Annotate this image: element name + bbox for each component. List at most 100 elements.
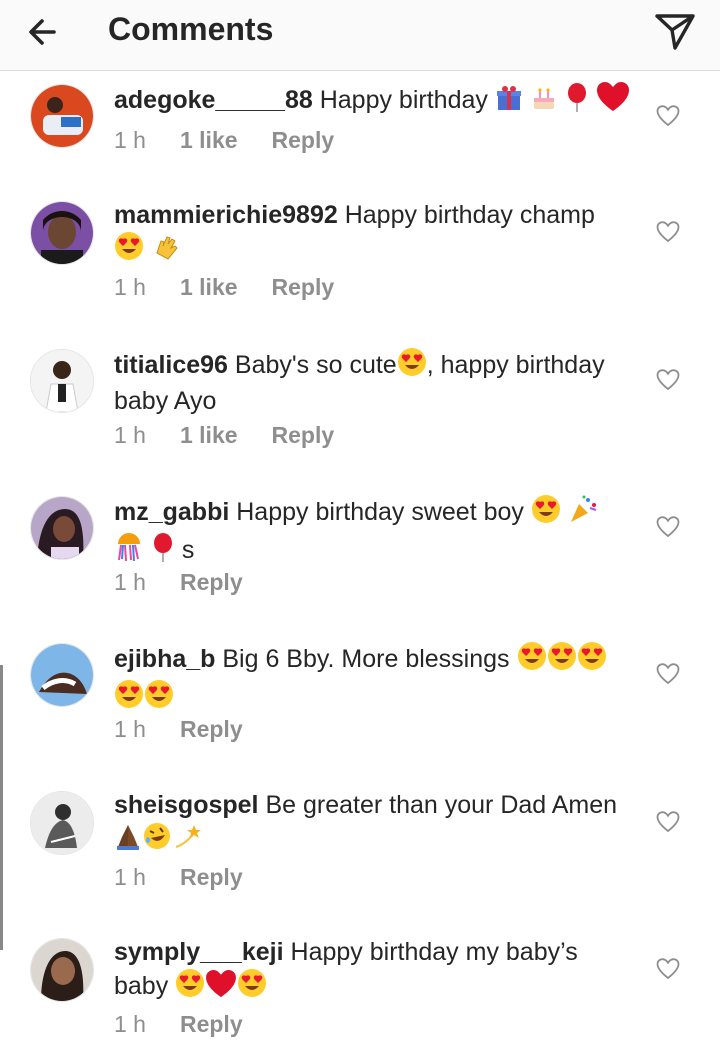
heart-eyes-icon [114, 679, 144, 717]
comment-time: 1 h [114, 421, 146, 448]
comment-text: Baby's so cute [234, 351, 397, 379]
cake-icon [530, 84, 558, 120]
comment-time: 1 h [114, 715, 146, 742]
comment-username[interactable]: titialice96 [114, 351, 228, 379]
heart-outline-icon [656, 663, 680, 685]
comment-username[interactable]: sheisgospel [114, 791, 259, 819]
heart-eyes-icon [175, 968, 205, 1006]
avatar[interactable] [30, 938, 94, 1002]
comment-body: symply___keji Happy birthday my baby’s b… [114, 936, 634, 1006]
comment-meta: 1 h 1 like Reply [114, 125, 368, 155]
heart-outline-icon [656, 516, 680, 538]
avatar-image [31, 792, 93, 854]
comment-time: 1 h [114, 273, 146, 300]
comment-body: adegoke_____88 Happy birthday [114, 82, 634, 120]
like-button[interactable] [656, 221, 680, 243]
praying-hands-icon [114, 821, 142, 859]
comment-username[interactable]: ejibha_b [114, 645, 215, 673]
heart-outline-icon [656, 958, 680, 980]
heart-outline-icon [656, 221, 680, 243]
reply-button[interactable]: Reply [180, 864, 243, 891]
page-title: Comments [108, 11, 274, 47]
heart-eyes-icon [547, 641, 577, 679]
avatar-image [31, 202, 93, 264]
comment-meta: 1 h Reply [114, 1009, 277, 1039]
avatar-image [31, 644, 93, 706]
avatar[interactable] [30, 201, 94, 265]
dizzy-icon [172, 821, 202, 859]
reply-button[interactable]: Reply [272, 274, 335, 301]
comment-text-line2: baby Ayo [114, 387, 217, 415]
comment-text: Happy birthday sweet boy [236, 498, 524, 526]
scrollbar[interactable] [0, 665, 10, 950]
avatar-image [31, 85, 93, 147]
comment-body: ejibha_b Big 6 Bby. More blessings [114, 641, 634, 717]
heart-icon [596, 82, 630, 120]
like-button[interactable] [656, 516, 680, 538]
heart-outline-icon [656, 105, 680, 127]
comment-username[interactable]: symply___keji [114, 938, 284, 966]
like-button[interactable] [656, 663, 680, 685]
comment-text-line2: s [181, 536, 195, 564]
comment-likes[interactable]: 1 like [180, 274, 238, 301]
rofl-icon [142, 821, 172, 859]
share-button[interactable] [652, 8, 698, 54]
balloon-icon [151, 532, 175, 570]
comment-time: 1 h [114, 1010, 146, 1037]
comment-text-continued: , happy birthday [426, 351, 605, 379]
comment-text: Happy birthday champ [344, 201, 595, 229]
like-button[interactable] [656, 105, 680, 127]
clapping-hands-icon [151, 231, 181, 269]
comment-time: 1 h [114, 568, 146, 595]
heart-eyes-icon [397, 347, 427, 385]
comment-meta: 1 h Reply [114, 714, 277, 744]
reply-button[interactable]: Reply [272, 422, 335, 449]
reply-button[interactable]: Reply [272, 127, 335, 154]
comment-username[interactable]: mz_gabbi [114, 498, 229, 526]
comment-text: Big 6 Bby. More blessings [222, 645, 510, 673]
avatar[interactable] [30, 643, 94, 707]
avatar-image [31, 350, 93, 412]
like-button[interactable] [656, 958, 680, 980]
comment-text: Happy birthday [319, 86, 488, 114]
comment-body: sheisgospel Be greater than your Dad Ame… [114, 789, 634, 859]
comment-username[interactable]: mammierichie9892 [114, 201, 338, 229]
gift-icon [495, 84, 523, 120]
comment-time: 1 h [114, 863, 146, 890]
party-popper-icon [568, 494, 598, 532]
comment-time: 1 h [114, 126, 146, 153]
comment-text: Happy birthday my baby’s [290, 938, 578, 966]
comment-body: mammierichie9892 Happy birthday champ [114, 199, 634, 269]
heart-eyes-icon [531, 494, 561, 532]
comment-body: mz_gabbi Happy birthday sweet boy s [114, 494, 634, 570]
reply-button[interactable]: Reply [180, 1011, 243, 1038]
heart-eyes-icon [237, 968, 267, 1006]
comment-meta: 1 h 1 like Reply [114, 420, 368, 450]
comment-username[interactable]: adegoke_____88 [114, 86, 313, 114]
like-button[interactable] [656, 811, 680, 833]
avatar-image [31, 939, 93, 1001]
like-button[interactable] [656, 369, 680, 391]
avatar[interactable] [30, 349, 94, 413]
reply-button[interactable]: Reply [180, 569, 243, 596]
heart-eyes-icon [114, 231, 144, 269]
avatar[interactable] [30, 496, 94, 560]
heart-eyes-icon [517, 641, 547, 679]
reply-button[interactable]: Reply [180, 716, 243, 743]
comment-meta: 1 h 1 like Reply [114, 272, 368, 302]
back-button[interactable] [24, 12, 68, 52]
heart-icon [205, 970, 237, 1006]
comment-meta: 1 h Reply [114, 862, 277, 892]
avatar[interactable] [30, 791, 94, 855]
heart-eyes-icon [144, 679, 174, 717]
comment-likes[interactable]: 1 like [180, 422, 238, 449]
heart-outline-icon [656, 811, 680, 833]
comment-likes[interactable]: 1 like [180, 127, 238, 154]
comment-text-line2: baby [114, 972, 169, 1000]
heart-eyes-icon [577, 641, 607, 679]
avatar[interactable] [30, 84, 94, 148]
comment-body: titialice96 Baby's so cute , happy birth… [114, 347, 634, 417]
heart-outline-icon [656, 369, 680, 391]
top-app-bar: Comments [0, 0, 720, 71]
avatar-image [31, 497, 93, 559]
